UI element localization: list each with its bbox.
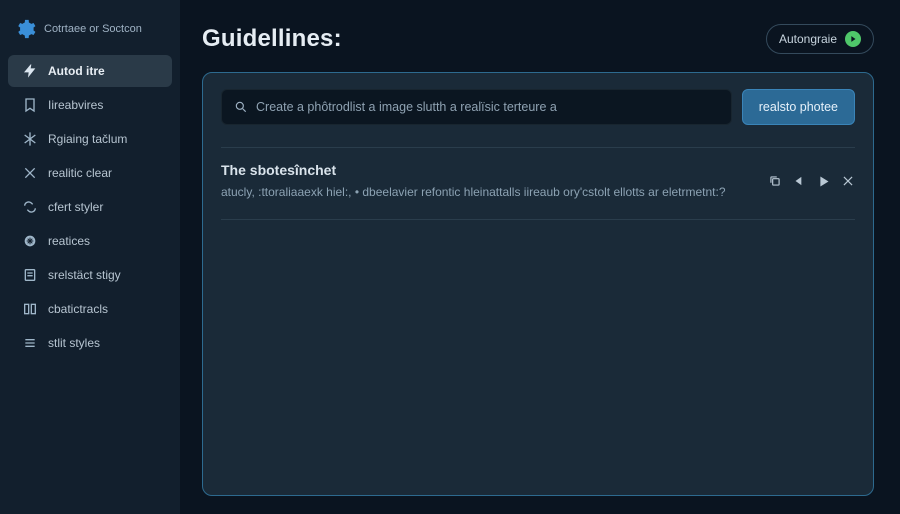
content-panel: realsto photee The sbotesînchet atucly, … [202, 72, 874, 496]
play-icon[interactable] [816, 174, 831, 189]
header-row: Guidellines: Autongraie [202, 24, 874, 54]
generate-button[interactable]: realsto photee [742, 89, 855, 125]
sidebar-item-label: cfert styler [48, 200, 103, 214]
autogenerate-button[interactable]: Autongraie [766, 24, 874, 54]
divider [221, 219, 855, 220]
sidebar-item-label: reatices [48, 234, 90, 248]
asterisk-icon [22, 233, 38, 249]
clear-icon [22, 165, 38, 181]
sidebar-item-label: Iireabvires [48, 98, 103, 112]
previous-icon[interactable] [792, 174, 806, 188]
document-icon [22, 267, 38, 283]
bolt-icon [22, 63, 38, 79]
search-input[interactable] [256, 100, 719, 114]
sidebar-item-label: stlit styles [48, 336, 100, 350]
search-box[interactable] [221, 89, 732, 125]
sidebar: Cotrtaee or Soctcon Autod itre Iireabvir… [0, 0, 180, 514]
brand: Cotrtaee or Soctcon [0, 18, 180, 54]
bookmark-icon [22, 97, 38, 113]
list-icon [22, 335, 38, 351]
sidebar-item-label: srelstäct stigy [48, 268, 121, 282]
sidebar-item-stlit-styles[interactable]: stlit styles [8, 327, 172, 359]
sidebar-item-label: realitic clear [48, 166, 112, 180]
sidebar-item-label: Rgiaing tačlum [48, 132, 127, 146]
sidebar-item-cbatictracls[interactable]: cbatictracls [8, 293, 172, 325]
sidebar-item-rgiaing-taclum[interactable]: Rgiaing tačlum [8, 123, 172, 155]
brand-name: Cotrtaee or Soctcon [44, 23, 142, 35]
sidebar-item-reatices[interactable]: reatices [8, 225, 172, 257]
columns-icon [22, 301, 38, 317]
close-icon[interactable] [841, 174, 855, 188]
search-icon [234, 100, 248, 114]
sidebar-item-label: cbatictracls [48, 302, 108, 316]
copy-icon[interactable] [768, 174, 782, 188]
gear-icon [14, 18, 36, 40]
sidebar-item-cfert-styler[interactable]: cfert styler [8, 191, 172, 223]
main-content: Guidellines: Autongraie realsto photee T… [180, 0, 900, 514]
snowflake-icon [22, 131, 38, 147]
result-title: The sbotesînchet [221, 162, 726, 178]
search-row: realsto photee [221, 89, 855, 125]
autogenerate-label: Autongraie [779, 32, 837, 46]
arrow-circle-icon [845, 31, 861, 47]
page-title: Guidellines: [202, 25, 342, 53]
result-text-block: The sbotesînchet atucly, :ttoraliaaexk h… [221, 162, 726, 201]
sidebar-item-autod-itre[interactable]: Autod itre [8, 55, 172, 87]
sidebar-item-label: Autod itre [48, 64, 105, 78]
sidebar-item-iireabvires[interactable]: Iireabvires [8, 89, 172, 121]
sidebar-item-realitic-clear[interactable]: realitic clear [8, 157, 172, 189]
divider [221, 147, 855, 148]
result-header: The sbotesînchet atucly, :ttoraliaaexk h… [221, 162, 855, 201]
sidebar-item-srelstact-stigy[interactable]: srelstäct stigy [8, 259, 172, 291]
result-description: atucly, :ttoraliaaexk hiel:, • dbeelavie… [221, 184, 726, 201]
result-actions [768, 174, 855, 189]
loop-icon [22, 199, 38, 215]
